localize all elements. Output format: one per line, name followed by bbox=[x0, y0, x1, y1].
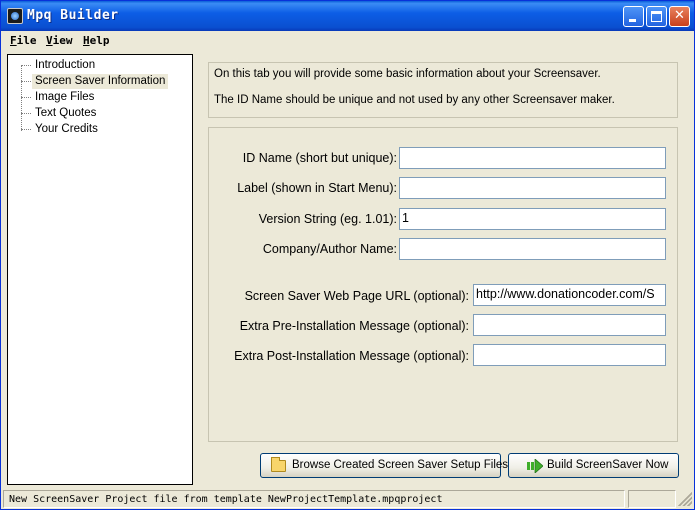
app-window: Mpq Builder ✕ File View Help Introductio… bbox=[0, 0, 695, 510]
id-name-label: ID Name (short but unique): bbox=[242, 151, 397, 165]
tree-connector bbox=[21, 81, 31, 82]
build-button-label: Build ScreenSaver Now bbox=[547, 459, 669, 471]
menu-file-label: ile bbox=[16, 34, 37, 47]
tree-item-label: Screen Saver Information bbox=[32, 74, 169, 89]
status-pane-secondary bbox=[628, 490, 676, 508]
menu-view-accel: V bbox=[46, 34, 53, 47]
menu-help-accel: H bbox=[83, 34, 90, 47]
menu-view[interactable]: View bbox=[46, 34, 73, 47]
tree-item-label: Image Files bbox=[35, 91, 95, 103]
info-text-line-1: On this tab you will provide some basic … bbox=[214, 68, 601, 80]
tree-connector bbox=[21, 65, 22, 131]
menu-bar: File View Help bbox=[1, 31, 694, 51]
close-icon: ✕ bbox=[674, 8, 685, 23]
minimize-button[interactable] bbox=[623, 6, 644, 27]
tree-item-label: Text Quotes bbox=[35, 107, 97, 119]
maximize-icon bbox=[651, 11, 662, 22]
browse-button-label: Browse Created Screen Saver Setup Files bbox=[292, 459, 509, 471]
title-bar[interactable]: Mpq Builder ✕ bbox=[1, 1, 694, 31]
tree-connector bbox=[21, 97, 31, 98]
url-label: Screen Saver Web Page URL (optional): bbox=[244, 289, 469, 303]
info-text-line-2: The ID Name should be unique and not use… bbox=[214, 94, 615, 106]
menu-help[interactable]: Help bbox=[83, 34, 110, 47]
info-panel: On this tab you will provide some basic … bbox=[208, 62, 678, 118]
window-title: Mpq Builder bbox=[27, 8, 119, 23]
build-screensaver-button[interactable]: Build ScreenSaver Now bbox=[508, 453, 679, 478]
tree-connector bbox=[21, 113, 31, 114]
version-field[interactable]: 1 bbox=[399, 208, 666, 230]
menu-file-accel: F bbox=[10, 34, 17, 47]
label-label: Label (shown in Start Menu): bbox=[237, 181, 397, 195]
url-field[interactable]: http://www.donationcoder.com/S bbox=[473, 284, 666, 306]
close-button[interactable]: ✕ bbox=[669, 6, 690, 27]
app-icon[interactable] bbox=[7, 8, 23, 24]
label-field[interactable] bbox=[399, 177, 666, 199]
tree-connector bbox=[21, 129, 31, 130]
browse-setup-files-button[interactable]: Browse Created Screen Saver Setup Files bbox=[260, 453, 508, 478]
status-text: New ScreenSaver Project file from templa… bbox=[9, 494, 443, 505]
tab-tree[interactable]: Introduction Screen Saver Information Im… bbox=[7, 54, 193, 485]
tree-item-label: Introduction bbox=[35, 59, 96, 71]
pre-install-label: Extra Pre-Installation Message (optional… bbox=[239, 319, 469, 333]
status-pane-main: New ScreenSaver Project file from templa… bbox=[3, 490, 625, 508]
company-field[interactable] bbox=[399, 238, 666, 260]
post-install-field[interactable] bbox=[473, 344, 666, 366]
arrow-right-icon bbox=[527, 459, 543, 473]
post-install-label: Extra Post-Installation Message (optiona… bbox=[234, 349, 469, 363]
status-bar: New ScreenSaver Project file from templa… bbox=[1, 489, 694, 509]
folder-icon bbox=[271, 457, 286, 472]
pre-install-field[interactable] bbox=[473, 314, 666, 336]
tree-item-label: Your Credits bbox=[35, 123, 98, 135]
menu-file[interactable]: File bbox=[10, 34, 37, 47]
menu-help-label: elp bbox=[89, 34, 110, 47]
company-label: Company/Author Name: bbox=[262, 242, 397, 256]
minimize-icon bbox=[629, 19, 636, 22]
maximize-button[interactable] bbox=[646, 6, 667, 27]
resize-grip-icon[interactable] bbox=[678, 492, 692, 506]
tree-connector bbox=[21, 65, 31, 66]
id-name-field[interactable] bbox=[399, 147, 666, 169]
menu-view-label: iew bbox=[52, 34, 73, 47]
version-label: Version String (eg. 1.01): bbox=[258, 212, 397, 226]
